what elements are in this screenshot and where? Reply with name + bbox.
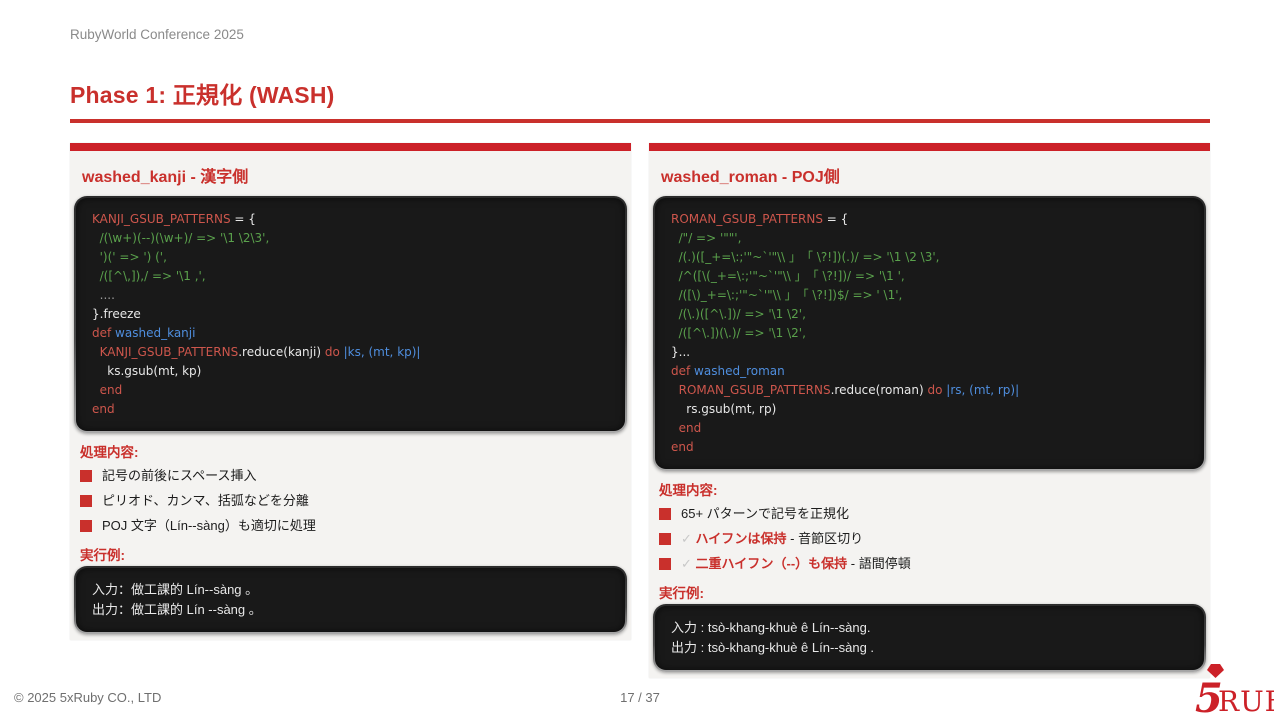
bullet-square-icon [659, 508, 671, 520]
example-block-frame: 入力：做工課的 Lín--sàng 。出力：做工課的 Lín --sàng 。 [74, 566, 627, 634]
page-number: 17 / 37 [0, 690, 1280, 705]
roman-code-block: ROMAN_GSUB_PATTERNS = { /"/ => '""', /(.… [655, 198, 1204, 469]
5xruby-logo-svg: 5 RUBY [1194, 659, 1274, 717]
kanji-code-block: KANJI_GSUB_PATTERNS = { /(\w+)(--)(\w+)/… [76, 198, 625, 431]
panel-accent-bar [70, 143, 631, 151]
bullet-square-icon [80, 495, 92, 507]
code-block-frame: KANJI_GSUB_PATTERNS = { /(\w+)(--)(\w+)/… [74, 196, 627, 433]
slide: RubyWorld Conference 2025 Phase 1: 正規化 (… [0, 0, 1280, 719]
bullet-item: ✓ 二重ハイフン（--）も保持 - 語間停頓 [659, 554, 1200, 574]
panel-title-washed-roman: washed_roman - POJ側 [661, 163, 1198, 187]
processing-bullet-list: 65+ パターンで記号を正規化 ✓ ハイフンは保持 - 音節区切り ✓ 二重ハイフン… [659, 504, 1200, 574]
processing-label: 処理内容: [80, 441, 621, 461]
bullet-item: ピリオド、カンマ、括弧などを分離 [80, 491, 621, 511]
example-label: 実行例: [659, 582, 1200, 602]
page-title: Phase 1: 正規化 (WASH) [70, 76, 1210, 110]
kanji-example-block: 入力：做工課的 Lín--sàng 。出力：做工課的 Lín --sàng 。 [76, 568, 625, 632]
roman-example-block: 入力 : tsò-khang-khuè ê Lín--sàng.出力 : tsò… [655, 606, 1204, 670]
5xruby-logo: 5 RUBY [1194, 659, 1274, 717]
bullet-square-icon [659, 558, 671, 570]
processing-bullet-list: 記号の前後にスペース挿入ピリオド、カンマ、括弧などを分離 POJ 文字（Lín--… [80, 466, 621, 536]
bullet-square-icon [80, 520, 92, 532]
logo-ruby-text: RUBY [1218, 685, 1274, 717]
bullet-item: 記号の前後にスペース挿入 [80, 466, 621, 486]
panel-accent-bar [649, 143, 1210, 151]
example-label: 実行例: [80, 544, 621, 564]
panel-title-washed-kanji: washed_kanji - 漢字側 [82, 163, 619, 187]
title-underline [70, 119, 1210, 123]
bullet-item: ✓ ハイフンは保持 - 音節区切り [659, 529, 1200, 549]
example-block-frame: 入力 : tsò-khang-khuè ê Lín--sàng.出力 : tsò… [653, 604, 1206, 672]
panel-washed-kanji: washed_kanji - 漢字側 KANJI_GSUB_PATTERNS =… [70, 143, 631, 640]
title-block: Phase 1: 正規化 (WASH) [70, 76, 1210, 123]
bullet-square-icon [80, 470, 92, 482]
panel-washed-roman: washed_roman - POJ側 ROMAN_GSUB_PATTERNS … [649, 143, 1210, 678]
bullet-item: 65+ パターンで記号を正規化 [659, 504, 1200, 524]
code-block-frame: ROMAN_GSUB_PATTERNS = { /"/ => '""', /(.… [653, 196, 1206, 471]
processing-label: 処理内容: [659, 479, 1200, 499]
bullet-item: POJ 文字（Lín--sàng）も適切に処理 [80, 516, 621, 536]
conference-header: RubyWorld Conference 2025 [70, 27, 244, 42]
bullet-square-icon [659, 533, 671, 545]
content-columns: washed_kanji - 漢字側 KANJI_GSUB_PATTERNS =… [70, 143, 1210, 678]
